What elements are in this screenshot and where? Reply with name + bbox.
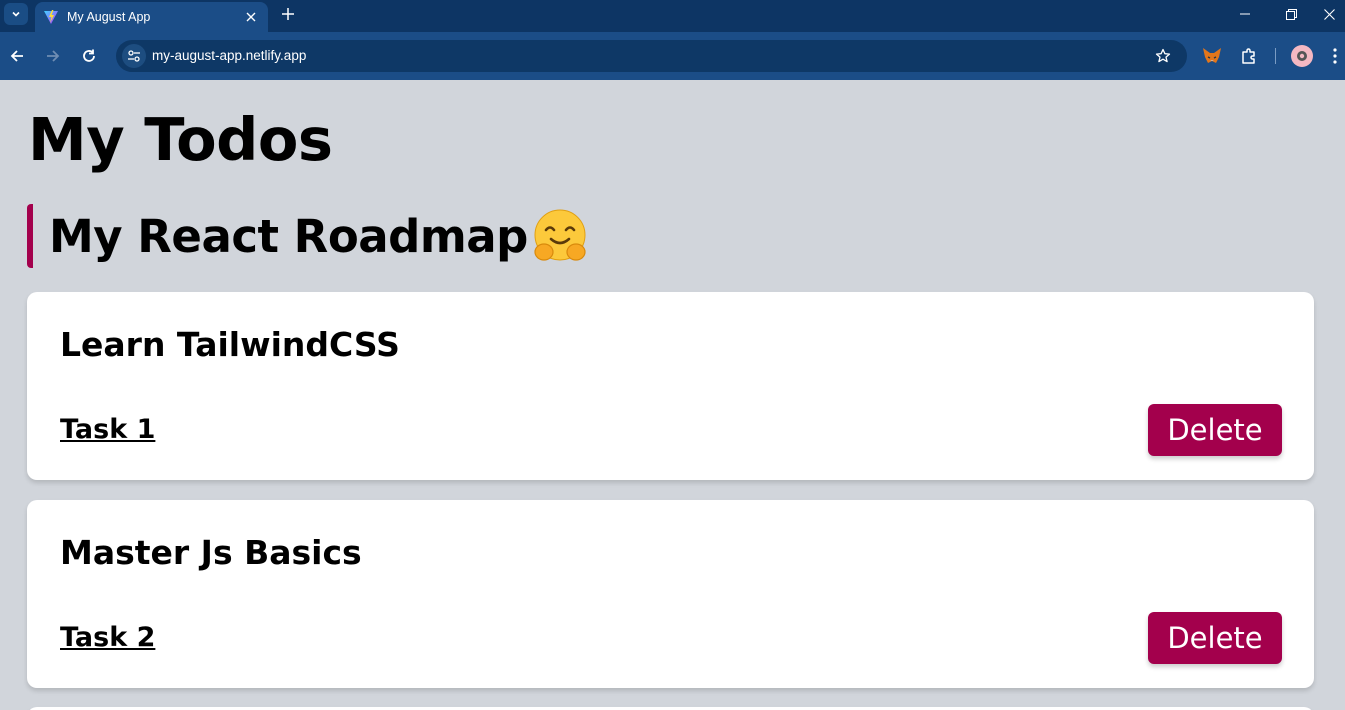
url-text[interactable]: my-august-app.netlify.app (152, 48, 306, 63)
bookmark-star-button[interactable] (1153, 46, 1173, 66)
reload-icon (83, 49, 95, 62)
profile-avatar-button[interactable] (1290, 44, 1314, 68)
section-title: My React Roadmap (49, 209, 528, 263)
delete-button[interactable]: Delete (1148, 612, 1282, 664)
chevron-down-icon (12, 11, 20, 17)
browser-tab[interactable]: My August App (35, 2, 268, 32)
close-window-button[interactable] (1314, 0, 1345, 28)
puzzle-icon (1242, 48, 1255, 64)
tab-close-icon[interactable] (240, 6, 262, 28)
vite-logo-icon (43, 9, 59, 25)
browser-titlebar: My August App (0, 0, 1345, 32)
page-title: My Todos (28, 105, 333, 174)
task-link[interactable]: Task 2 (60, 624, 155, 651)
more-vertical-icon (1333, 48, 1337, 64)
todo-card: Master Js Basics Task 2 Delete (27, 500, 1314, 688)
page-content: My Todos My React Roadmap Learn Tailwind… (0, 80, 1345, 710)
restore-icon (1285, 8, 1297, 20)
delete-button[interactable]: Delete (1148, 404, 1282, 456)
browser-toolbar: my-august-app.netlify.app (0, 32, 1345, 80)
fox-icon (1203, 48, 1221, 63)
toolbar-separator (1275, 48, 1276, 64)
hugging-face-emoji-icon (532, 208, 588, 264)
tune-icon (128, 50, 140, 62)
forward-button[interactable] (40, 43, 66, 69)
tab-search-button[interactable] (4, 3, 28, 25)
arrow-right-icon (47, 50, 60, 62)
back-button[interactable] (4, 43, 30, 69)
minimize-icon (1240, 13, 1250, 15)
close-icon (1324, 8, 1335, 20)
site-info-button[interactable] (122, 44, 146, 68)
avatar (1291, 45, 1313, 67)
extensions-button[interactable] (1237, 44, 1261, 68)
section-header: My React Roadmap (27, 204, 588, 268)
browser-menu-button[interactable] (1328, 44, 1342, 68)
reload-button[interactable] (76, 43, 102, 69)
plus-icon (282, 8, 294, 20)
todo-title: Learn TailwindCSS (60, 325, 400, 364)
todo-card: Learn TailwindCSS Task 1 Delete (27, 292, 1314, 480)
restore-button[interactable] (1268, 0, 1314, 28)
arrow-left-icon (10, 50, 23, 62)
star-icon (1155, 48, 1171, 63)
minimize-button[interactable] (1222, 0, 1268, 28)
new-tab-button[interactable] (277, 3, 299, 25)
task-link[interactable]: Task 1 (60, 416, 155, 443)
address-bar[interactable]: my-august-app.netlify.app (116, 40, 1187, 72)
metamask-extension-button[interactable] (1200, 44, 1224, 68)
todo-title: Master Js Basics (60, 533, 362, 572)
tab-title: My August App (67, 10, 151, 24)
